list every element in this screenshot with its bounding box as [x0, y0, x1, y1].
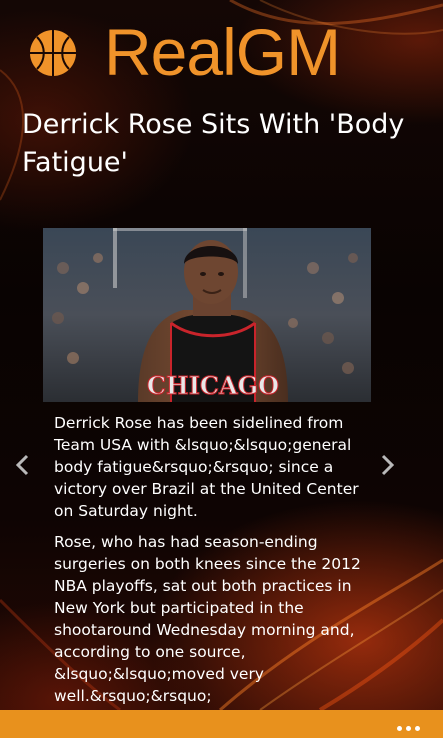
article-photo: CHICAGO [43, 228, 371, 402]
chevron-right-icon[interactable] [374, 452, 400, 478]
chevron-left-icon[interactable] [10, 452, 36, 478]
more-dots-icon[interactable] [395, 716, 429, 732]
article-title: Derrick Rose Sits With 'Body Fatigue' [22, 109, 405, 178]
article-paragraph: Derrick Rose has been sidelined from Tea… [54, 414, 359, 520]
basketball-icon [30, 30, 76, 76]
article-paragraph: Rose, who has had season-ending surgerie… [54, 533, 361, 705]
article-body: Derrick Rose has been sidelined from Tea… [54, 412, 364, 716]
article-screen: RealGM Derrick Rose Sits With 'Body Fati… [0, 0, 443, 738]
app-name: RealGM [104, 15, 341, 89]
jersey-text: CHICAGO [147, 371, 279, 400]
app-bar [0, 710, 443, 738]
